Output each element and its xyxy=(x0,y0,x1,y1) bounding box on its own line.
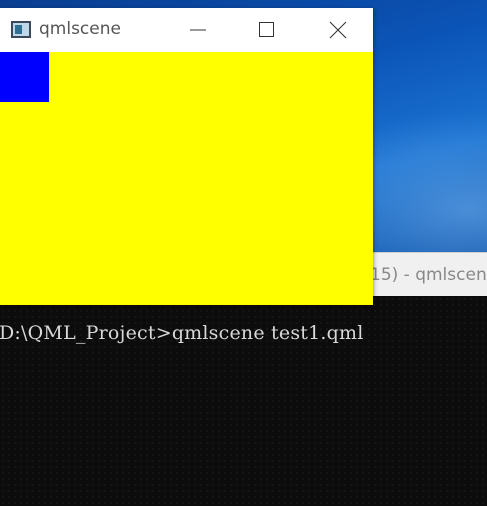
blue-rectangle xyxy=(0,52,49,102)
background-window[interactable]: 15) - qmlscen xyxy=(360,252,487,297)
qml-client-area xyxy=(0,52,373,305)
background-window-title: 15) - qmlscen xyxy=(370,265,487,285)
minimize-button[interactable] xyxy=(175,8,221,52)
close-button[interactable] xyxy=(315,8,361,52)
window-title: qmlscene xyxy=(39,19,121,39)
title-bar[interactable]: qmlscene xyxy=(0,8,373,52)
maximize-icon xyxy=(259,22,274,37)
app-window-icon xyxy=(11,21,31,38)
qmlscene-window[interactable]: qmlscene xyxy=(0,8,373,305)
close-icon xyxy=(329,21,347,39)
console-window[interactable]: D:\QML_Project>qmlscene test1.qml xyxy=(0,296,487,506)
console-command-line: D:\QML_Project>qmlscene test1.qml xyxy=(0,322,364,344)
maximize-button[interactable] xyxy=(244,8,290,52)
minimize-icon xyxy=(190,29,206,31)
